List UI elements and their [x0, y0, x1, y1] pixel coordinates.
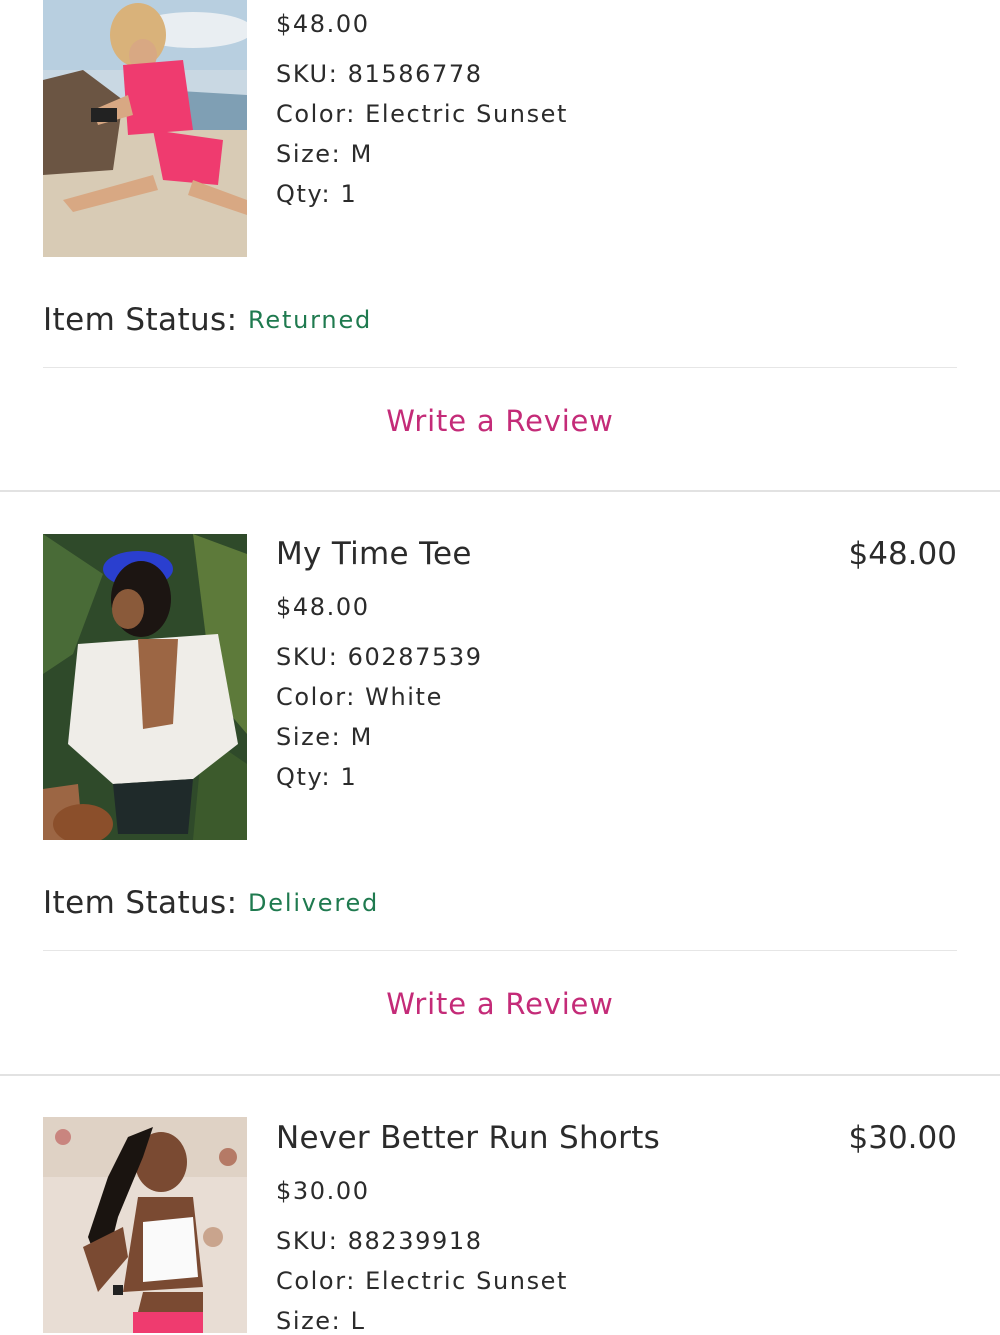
sku: SKU: 88239918	[276, 1227, 483, 1255]
line-total: $30.00	[848, 1120, 957, 1156]
sku: SKU: 60287539	[276, 643, 483, 671]
sku: SKU: 81586778	[276, 60, 483, 88]
color: Color: Electric Sunset	[276, 1267, 569, 1295]
divider	[43, 367, 957, 368]
divider	[43, 950, 957, 951]
product-image-electric-sunset-set[interactable]	[43, 0, 247, 257]
order-item-1: $48.00 SKU: 81586778 Color: Electric Sun…	[0, 0, 1000, 492]
order-item-2: My Time Tee $48.00 $48.00 SKU: 60287539 …	[0, 492, 1000, 1076]
quantity: Qty: 1	[276, 180, 358, 208]
unit-price: $48.00	[276, 593, 370, 621]
item-status-label: Item Status:	[43, 302, 238, 338]
product-name[interactable]: My Time Tee	[276, 536, 472, 572]
unit-price: $48.00	[276, 10, 370, 38]
product-image-never-better-run-shorts[interactable]	[43, 1117, 247, 1333]
line-total: $48.00	[848, 536, 957, 572]
size: Size: M	[276, 140, 373, 168]
size: Size: M	[276, 723, 373, 751]
item-status-value: Delivered	[248, 889, 380, 917]
item-status-value: Returned	[248, 306, 373, 334]
color: Color: White	[276, 683, 443, 711]
quantity: Qty: 1	[276, 763, 358, 791]
color: Color: Electric Sunset	[276, 100, 569, 128]
product-image-my-time-tee[interactable]	[43, 534, 247, 840]
product-name[interactable]: Never Better Run Shorts	[276, 1120, 660, 1156]
unit-price: $30.00	[276, 1177, 370, 1205]
order-item-3: Never Better Run Shorts $30.00 $30.00 SK…	[0, 1076, 1000, 1335]
write-review-link[interactable]: Write a Review	[0, 987, 1000, 1021]
size: Size: L	[276, 1307, 366, 1335]
item-status-label: Item Status:	[43, 885, 238, 921]
write-review-link[interactable]: Write a Review	[0, 404, 1000, 438]
